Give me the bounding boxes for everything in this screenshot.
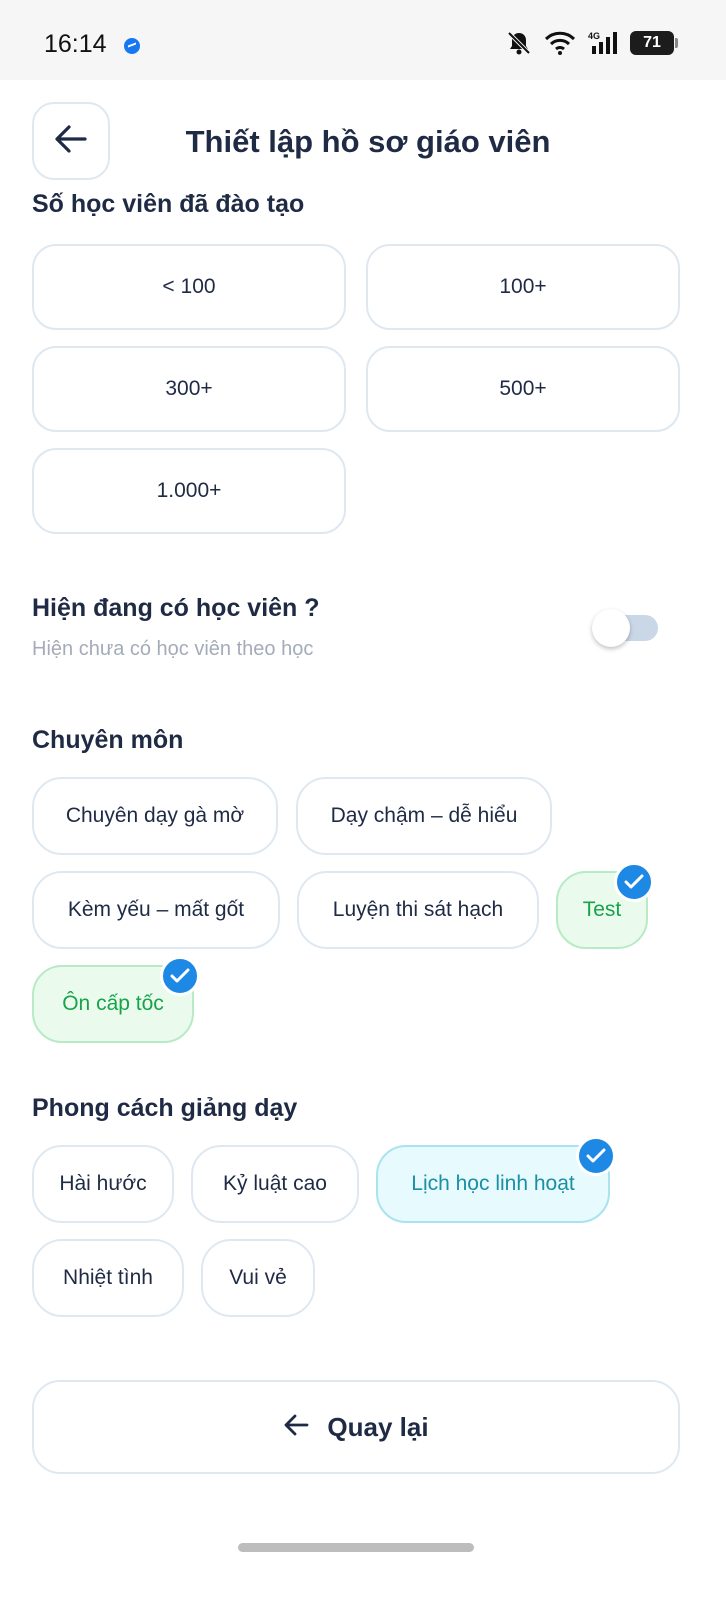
back-bottom-button[interactable]: Quay lại: [32, 1380, 680, 1474]
page-title: Thiết lập hồ sơ giáo viên: [185, 124, 551, 159]
arrow-left-icon: [283, 1413, 309, 1442]
chip-style-humorous[interactable]: Hài hước: [32, 1145, 174, 1223]
back-bottom-label: Quay lại: [327, 1411, 429, 1442]
specialty-title: Chuyên môn: [32, 726, 184, 754]
chip-specialty-exam-prep[interactable]: Luyện thi sát hạch: [297, 871, 539, 949]
status-icons: 4G 71: [506, 30, 678, 56]
cellular-signal-icon: 4G: [588, 30, 618, 56]
chip-style-enthusiastic[interactable]: Nhiệt tình: [32, 1239, 184, 1317]
messenger-notification-icon: [124, 38, 140, 54]
chip-specialty-beginner[interactable]: Chuyên dạy gà mờ: [32, 777, 278, 855]
status-time: 16:14: [44, 30, 107, 58]
chip-specialty-slow-teaching[interactable]: Dạy chậm – dễ hiểu: [296, 777, 552, 855]
has-students-title: Hiện đang có học viên ?: [32, 594, 320, 622]
option-under-100[interactable]: < 100: [32, 244, 346, 330]
check-icon: [614, 862, 654, 902]
back-button[interactable]: [32, 102, 110, 180]
students-trained-label: Số học viên đã đào tạo: [32, 190, 305, 216]
chip-specialty-weak-students[interactable]: Kèm yếu – mất gốt: [32, 871, 280, 949]
has-students-toggle[interactable]: [592, 609, 658, 647]
toggle-thumb: [592, 609, 630, 647]
option-1000-plus[interactable]: 1.000+: [32, 448, 346, 534]
arrow-left-icon: [54, 124, 88, 159]
teaching-style-title: Phong cách giảng dạy: [32, 1094, 298, 1122]
check-icon: [160, 956, 200, 996]
has-students-subtitle: Hiện chưa có học viên theo học: [32, 638, 314, 660]
wifi-icon: [544, 30, 576, 56]
chip-style-cheerful[interactable]: Vui vẻ: [201, 1239, 315, 1317]
chip-style-flexible-schedule[interactable]: Lịch học linh hoạt: [376, 1145, 610, 1223]
status-bar: 16:14 4G 71: [0, 0, 726, 80]
bell-off-icon: [506, 30, 532, 56]
students-trained-label-clip: Số học viên đã đào tạo: [32, 186, 532, 216]
option-500-plus[interactable]: 500+: [366, 346, 680, 432]
check-icon: [576, 1136, 616, 1176]
svg-text:4G: 4G: [588, 31, 600, 41]
option-100-plus[interactable]: 100+: [366, 244, 680, 330]
battery-indicator: 71: [630, 31, 678, 55]
home-indicator[interactable]: [238, 1543, 474, 1552]
chip-style-disciplined[interactable]: Kỷ luật cao: [191, 1145, 359, 1223]
option-300-plus[interactable]: 300+: [32, 346, 346, 432]
